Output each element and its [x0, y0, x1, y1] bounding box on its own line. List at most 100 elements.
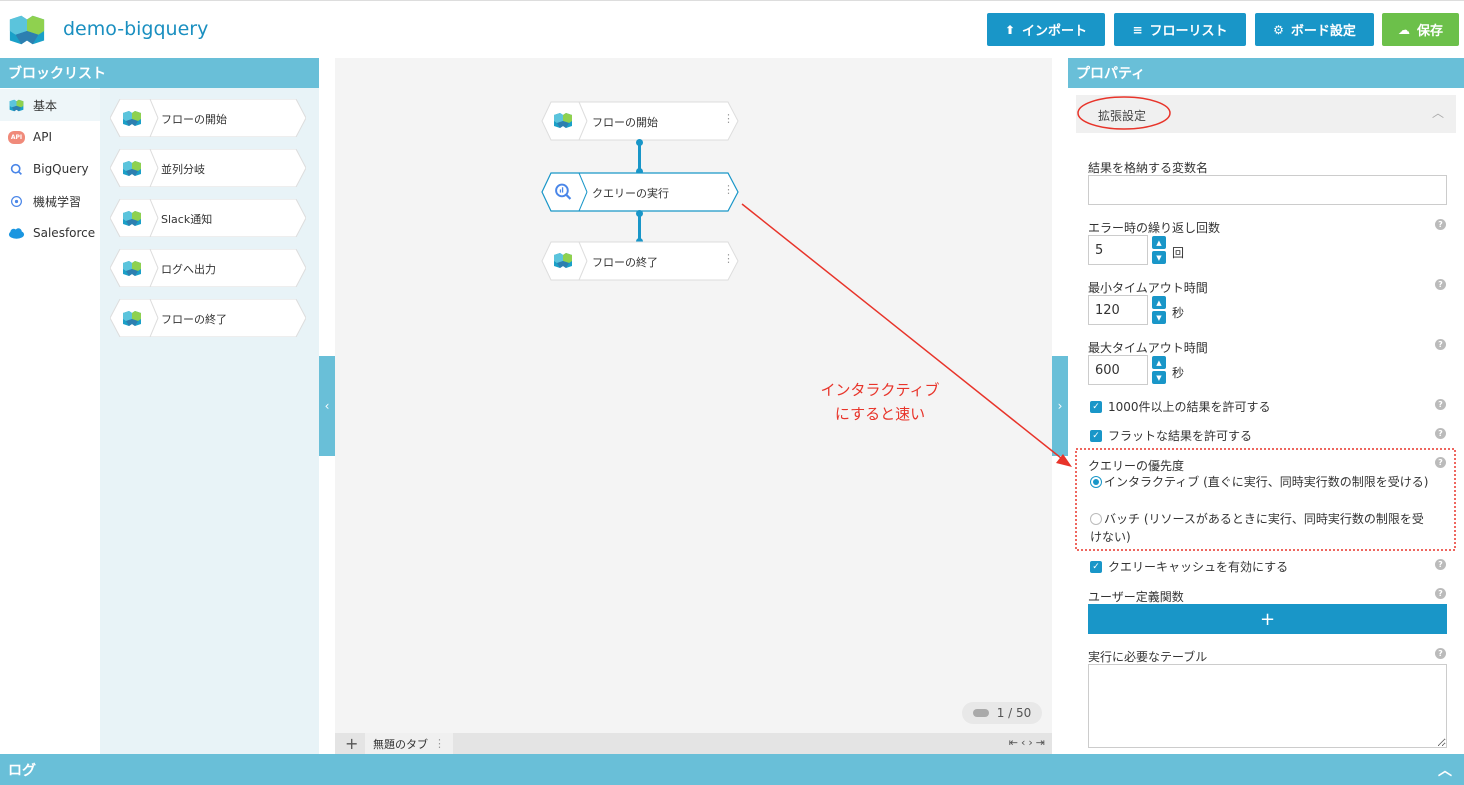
help-icon[interactable]: ? [1435, 588, 1446, 599]
radio-selected-icon [1090, 476, 1102, 488]
advanced-settings-toggle[interactable]: 拡張設定 ︿ [1076, 95, 1456, 133]
category-list: 基本 API API BigQuery 機械学習 Salesforce [0, 88, 100, 754]
salesforce-cloud-icon [8, 227, 25, 239]
min-timeout-label: 最小タイムアウト時間 [1088, 281, 1208, 295]
category-salesforce[interactable]: Salesforce [0, 217, 100, 249]
priority-interactive-radio[interactable]: インタラクティブ (直ぐに実行、同時実行数の制限を受ける) [1090, 473, 1435, 491]
cloud-upload-icon: ☁ [1397, 22, 1410, 37]
min-timeout-input[interactable]: 120 [1088, 295, 1148, 325]
stepper-down-icon[interactable]: ▼ [1152, 251, 1166, 264]
gear-icon: ⚙ [1273, 22, 1284, 37]
save-button[interactable]: ☁ 保存 [1382, 13, 1459, 46]
category-ml[interactable]: 機械学習 [0, 185, 100, 217]
add-tab-button[interactable]: + [345, 734, 358, 753]
tab-untitled[interactable]: 無題のタブ ⋮ [365, 733, 453, 754]
node-menu-icon[interactable]: ⋮ [723, 112, 734, 125]
flow-cube-icon [122, 110, 142, 127]
block-palette: フローの開始 並列分岐 Slack通知 ログへ出力 フローの終了 [100, 88, 319, 754]
help-icon[interactable]: ? [1435, 219, 1446, 230]
tab-bar: + 無題のタブ ⋮ ⇤‹›⇥ [335, 733, 1052, 754]
tab-menu-icon[interactable]: ⋮ [434, 737, 445, 750]
log-header[interactable]: ログ ︿ [0, 754, 1464, 785]
help-icon[interactable]: ? [1435, 399, 1446, 410]
max-timeout-label: 最大タイムアウト時間 [1088, 341, 1208, 355]
priority-batch-radio[interactable]: バッチ (リソースがあるときに実行、同時実行数の制限を受けない) [1090, 510, 1435, 546]
stepper-up-icon[interactable]: ▲ [1152, 356, 1166, 369]
stepper-up-icon[interactable]: ▲ [1152, 296, 1166, 309]
result-var-input[interactable] [1088, 175, 1447, 205]
max-timeout-stepper[interactable]: ▲ ▼ [1152, 356, 1166, 386]
bigquery-icon [555, 183, 572, 200]
canvas-node-flow-start[interactable]: フローの開始 ⋮ [541, 101, 739, 141]
properties-panel: 拡張設定 ︿ 結果を格納する変数名 エラー時の繰り返し回数 ? 5 ▲ ▼ 回 最… [1068, 88, 1464, 754]
block-flow-end[interactable]: フローの終了 [110, 299, 306, 337]
min-timeout-stepper[interactable]: ▲ ▼ [1152, 296, 1166, 326]
import-button[interactable]: ⬆ インポート [987, 13, 1105, 46]
block-log-output[interactable]: ログへ出力 [110, 249, 306, 287]
result-var-label: 結果を格納する変数名 [1088, 161, 1209, 175]
node-menu-icon[interactable]: ⋮ [723, 252, 734, 265]
page-indicator-icon [972, 709, 989, 717]
add-udf-button[interactable]: + [1088, 604, 1447, 634]
checkmark-icon: ✓ [1090, 560, 1102, 573]
block-flow-start[interactable]: フローの開始 [110, 99, 306, 137]
radio-unselected-icon [1090, 513, 1102, 525]
tab-navigation[interactable]: ⇤‹›⇥ [1009, 736, 1048, 749]
category-basic[interactable]: 基本 [0, 89, 100, 121]
block-parallel-branch[interactable]: 並列分岐 [110, 149, 306, 187]
chevron-up-icon: ︿ [1431, 106, 1444, 120]
flow-cube-icon [8, 99, 25, 112]
flowlist-button[interactable]: ≡ フローリスト [1114, 13, 1246, 46]
flow-cube-icon [122, 310, 142, 327]
board-settings-button[interactable]: ⚙ ボード設定 [1255, 13, 1374, 46]
help-icon[interactable]: ? [1435, 457, 1446, 468]
flow-cube-icon [553, 112, 573, 129]
stepper-down-icon[interactable]: ▼ [1152, 371, 1166, 384]
brain-icon [11, 195, 22, 207]
max-timeout-unit: 秒 [1172, 366, 1185, 380]
allow-flat-results-checkbox[interactable]: ✓ フラットな結果を許可する [1090, 427, 1252, 444]
help-icon[interactable]: ? [1435, 428, 1446, 439]
retry-label: エラー時の繰り返し回数 [1088, 221, 1221, 235]
retry-stepper[interactable]: ▲ ▼ [1152, 236, 1166, 266]
help-icon[interactable]: ? [1435, 648, 1446, 659]
help-icon[interactable]: ? [1435, 339, 1446, 350]
flow-cube-icon [553, 252, 573, 269]
block-slack-notify[interactable]: Slack通知 [110, 199, 306, 237]
tables-label: 実行に必要なテーブル [1088, 650, 1208, 664]
app-logo-icon [8, 13, 46, 47]
chevron-left-icon: ‹ [324, 399, 330, 413]
canvas-node-query-exec[interactable]: クエリーの実行 ⋮ [541, 172, 739, 212]
allow-large-results-checkbox[interactable]: ✓ 1000件以上の結果を許可する [1090, 398, 1271, 415]
canvas-node-flow-end[interactable]: フローの終了 ⋮ [541, 241, 739, 281]
node-menu-icon[interactable]: ⋮ [723, 183, 734, 196]
stepper-up-icon[interactable]: ▲ [1152, 236, 1166, 249]
category-api[interactable]: API API [0, 121, 100, 153]
checkmark-icon: ✓ [1090, 429, 1102, 442]
min-timeout-unit: 秒 [1172, 306, 1185, 320]
flow-cube-icon [122, 260, 142, 277]
retry-unit: 回 [1172, 246, 1185, 260]
chevron-right-icon: › [1057, 399, 1063, 413]
tables-textarea[interactable] [1088, 664, 1447, 748]
priority-label: クエリーの優先度 [1088, 459, 1185, 473]
left-panel-collapse-button[interactable]: ‹ [319, 356, 335, 456]
flow-cube-icon [122, 160, 142, 177]
block-list-header: ブロックリスト [0, 58, 319, 88]
category-bigquery[interactable]: BigQuery [0, 153, 100, 185]
properties-header: プロパティ [1068, 58, 1464, 88]
udf-label: ユーザー定義関数 [1088, 590, 1184, 604]
query-cache-checkbox[interactable]: ✓ クエリーキャッシュを有効にする [1090, 558, 1288, 575]
right-panel-collapse-button[interactable]: › [1052, 356, 1068, 456]
help-icon[interactable]: ? [1435, 559, 1446, 570]
retry-input[interactable]: 5 [1088, 235, 1148, 265]
api-badge-icon: API [8, 130, 25, 144]
stepper-down-icon[interactable]: ▼ [1152, 311, 1166, 324]
page-counter: 1 / 50 [962, 702, 1042, 724]
bigquery-icon [10, 163, 22, 175]
upload-icon: ⬆ [1004, 22, 1016, 37]
flow-cube-icon [122, 210, 142, 227]
max-timeout-input[interactable]: 600 [1088, 355, 1148, 385]
help-icon[interactable]: ? [1435, 279, 1446, 290]
app-header: demo-bigquery ⬆ インポート ≡ フローリスト ⚙ ボード設定 ☁… [0, 0, 1464, 58]
